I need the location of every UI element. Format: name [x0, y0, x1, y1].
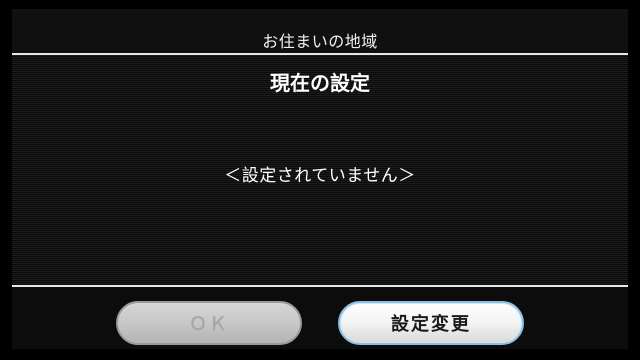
change-setting-button[interactable]: 設定変更 — [338, 301, 524, 345]
settings-screen: お住まいの地域 現在の設定 ＜設定されていません＞ ＯＫ 設定変更 — [12, 9, 628, 349]
current-setting-value: ＜設定されていません＞ — [224, 166, 416, 186]
ok-button[interactable]: ＯＫ — [116, 301, 302, 345]
current-setting-heading: 現在の設定 — [270, 71, 370, 95]
footer-bar: ＯＫ 設定変更 — [12, 287, 628, 349]
header-bar: お住まいの地域 — [12, 9, 628, 53]
change-setting-button-label: 設定変更 — [391, 314, 471, 335]
header-divider — [12, 53, 628, 55]
page-title: お住まいの地域 — [262, 32, 378, 51]
ok-button-label: ＯＫ — [189, 314, 229, 335]
